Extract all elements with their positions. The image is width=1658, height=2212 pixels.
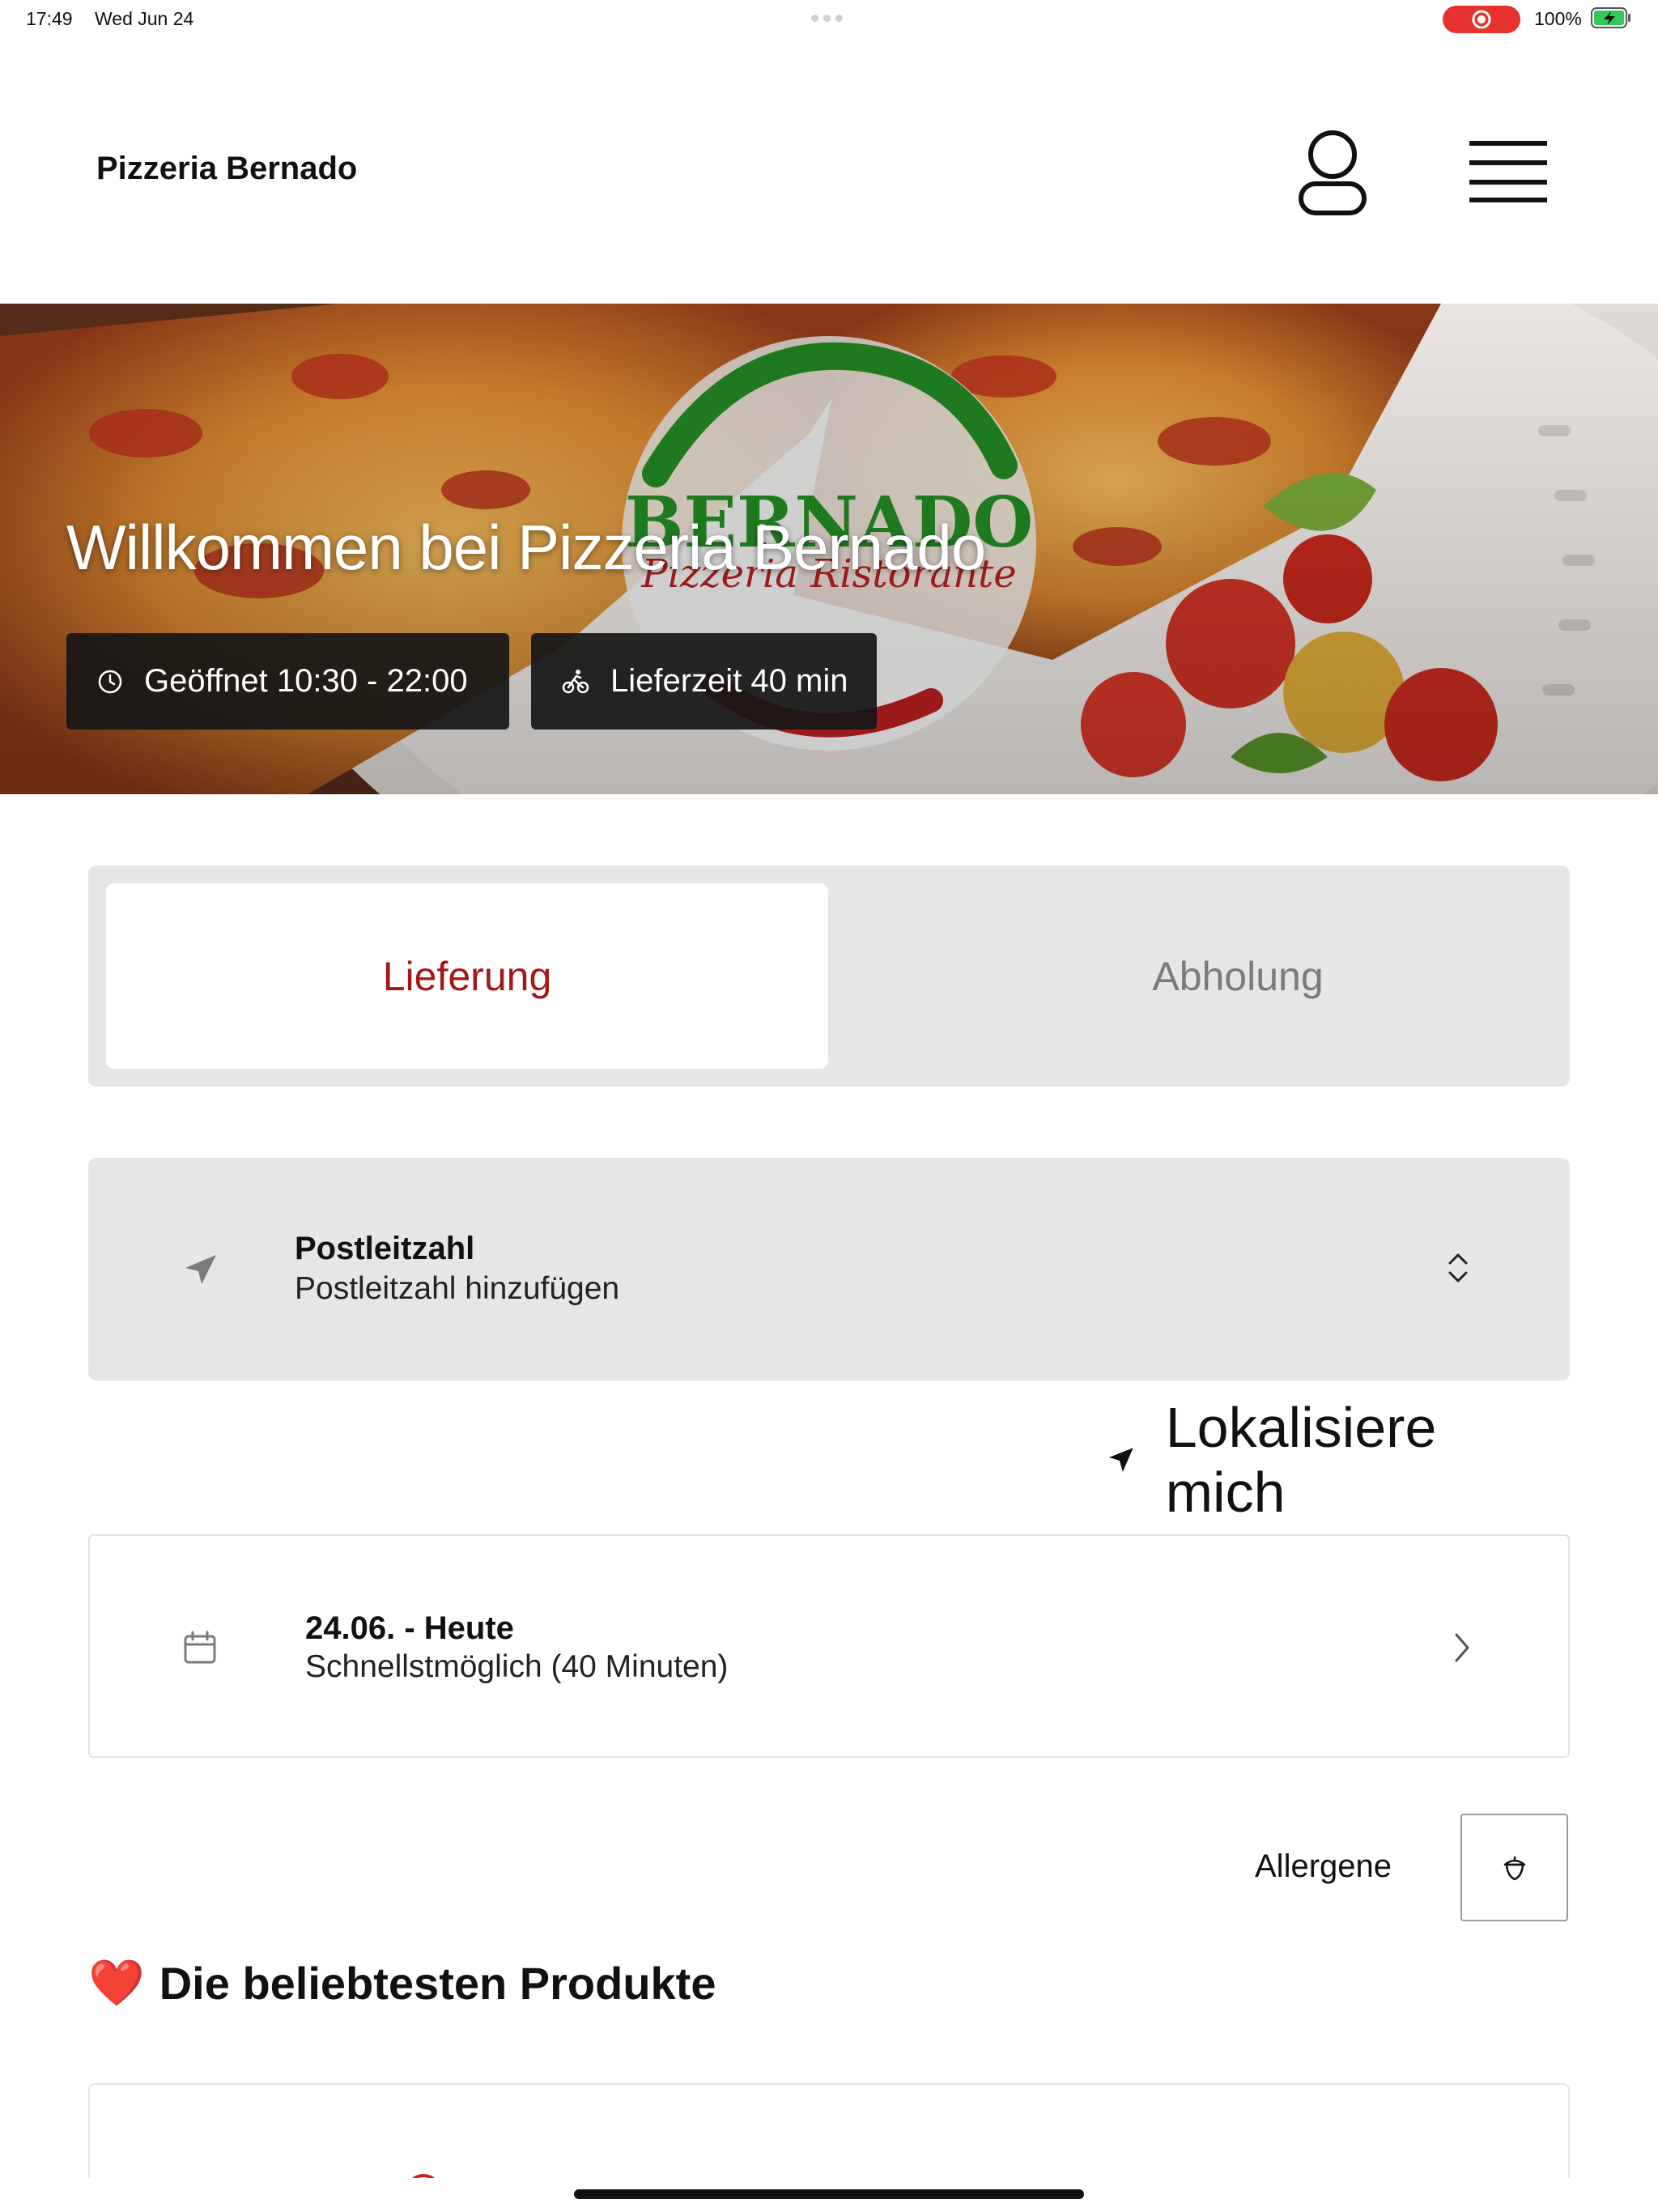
navigation-arrow-icon xyxy=(185,1255,216,1284)
popular-products-title: Die beliebtesten Produkte xyxy=(159,1957,716,2009)
status-time: 17:49 xyxy=(26,8,73,29)
allergens-label: Allergene xyxy=(1255,1848,1392,1884)
screen-recording-indicator[interactable] xyxy=(1443,6,1520,33)
hero-title: Willkommen bei Pizzeria Bernado xyxy=(66,512,986,583)
calendar-icon xyxy=(184,1631,216,1664)
delivery-time-text: Lieferzeit 40 min xyxy=(610,663,848,699)
allergens-button[interactable] xyxy=(1460,1814,1568,1921)
record-icon xyxy=(1472,10,1491,29)
acorn-icon xyxy=(1503,1856,1525,1880)
popular-products-heading: ❤️ Die beliebtesten Produkte xyxy=(88,1956,716,2010)
bicycle-icon xyxy=(562,669,589,693)
clock-icon xyxy=(98,670,122,693)
heart-icon: ❤️ xyxy=(88,1957,145,2008)
account-button[interactable] xyxy=(1292,125,1373,219)
user-icon xyxy=(1299,130,1367,215)
battery-charging-icon xyxy=(1591,7,1630,28)
delivery-date-selector[interactable]: 24.06. - Heute Schnellstmöglich (40 Minu… xyxy=(88,1534,1570,1758)
delivery-time-chip: Lieferzeit 40 min xyxy=(531,633,877,730)
home-indicator[interactable] xyxy=(574,2189,1084,2199)
opening-hours-text: Geöffnet 10:30 - 22:00 xyxy=(144,663,468,699)
order-type-segmented-control: Lieferung Abholung xyxy=(88,866,1570,1087)
tab-delivery[interactable]: Lieferung xyxy=(106,883,828,1069)
delivery-date-title: 24.06. - Heute xyxy=(305,1610,514,1646)
zip-code-label: Postleitzahl xyxy=(295,1231,475,1266)
status-bar: 17:49 Wed Jun 24 100% xyxy=(0,0,1658,39)
location-arrow-icon xyxy=(1108,1448,1133,1472)
zip-code-selector[interactable]: Postleitzahl Postleitzahl hinzufügen xyxy=(88,1158,1570,1380)
tab-pickup[interactable]: Abholung xyxy=(918,883,1558,1069)
locate-me-label: Lokalisiere mich xyxy=(1165,1396,1437,1524)
brand-title[interactable]: Pizzeria Bernado xyxy=(96,151,357,187)
menu-button[interactable] xyxy=(1464,134,1553,208)
hamburger-menu-icon xyxy=(1469,141,1547,202)
opening-hours-chip: Geöffnet 10:30 - 22:00 xyxy=(66,633,509,730)
locate-me-button[interactable]: Lokalisiere mich xyxy=(1107,1396,1569,1524)
zip-code-placeholder: Postleitzahl hinzufügen xyxy=(295,1271,620,1306)
delivery-date-subtitle: Schnellstmöglich (40 Minuten) xyxy=(305,1649,729,1684)
hero-banner: BERNADO Pizzeria Ristorante Willkommen b… xyxy=(0,304,1658,794)
chevron-up-down-icon xyxy=(1448,1253,1468,1283)
chevron-right-icon xyxy=(1455,1633,1469,1662)
battery-percentage: 100% xyxy=(1534,8,1582,29)
status-date: Wed Jun 24 xyxy=(95,8,194,29)
multitasking-dots-icon[interactable] xyxy=(811,15,843,22)
